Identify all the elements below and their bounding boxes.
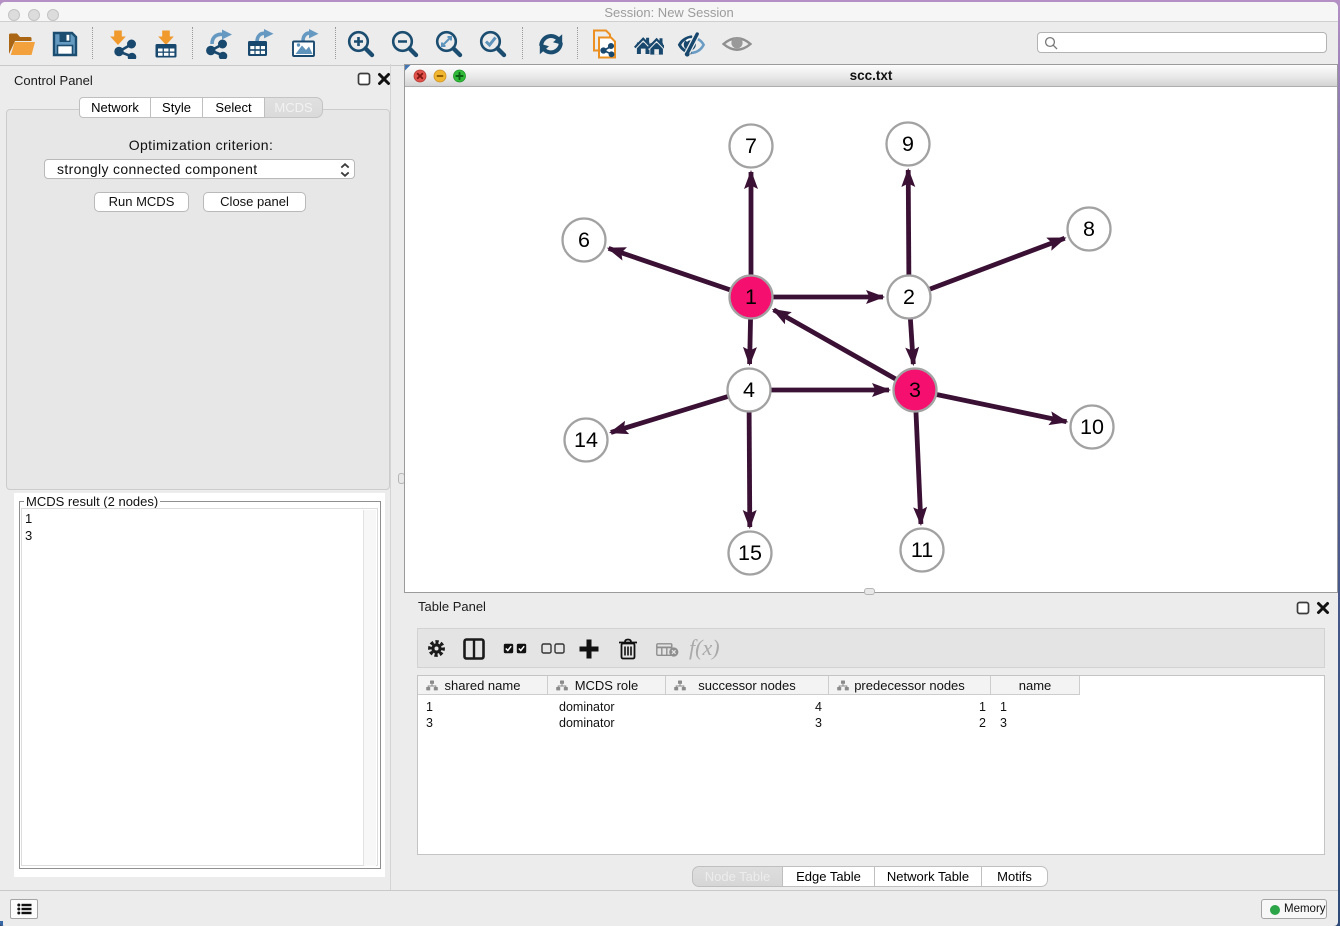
svg-text:1: 1 xyxy=(745,285,757,309)
svg-text:3: 3 xyxy=(909,378,921,402)
svg-text:2: 2 xyxy=(903,285,915,309)
svg-text:14: 14 xyxy=(574,428,598,452)
svg-text:8: 8 xyxy=(1083,217,1095,241)
svg-text:10: 10 xyxy=(1080,415,1104,439)
svg-text:15: 15 xyxy=(738,541,762,565)
svg-text:11: 11 xyxy=(911,538,933,562)
svg-text:9: 9 xyxy=(902,132,914,156)
svg-text:7: 7 xyxy=(745,134,757,158)
svg-text:6: 6 xyxy=(578,228,590,252)
svg-text:4: 4 xyxy=(743,378,755,402)
